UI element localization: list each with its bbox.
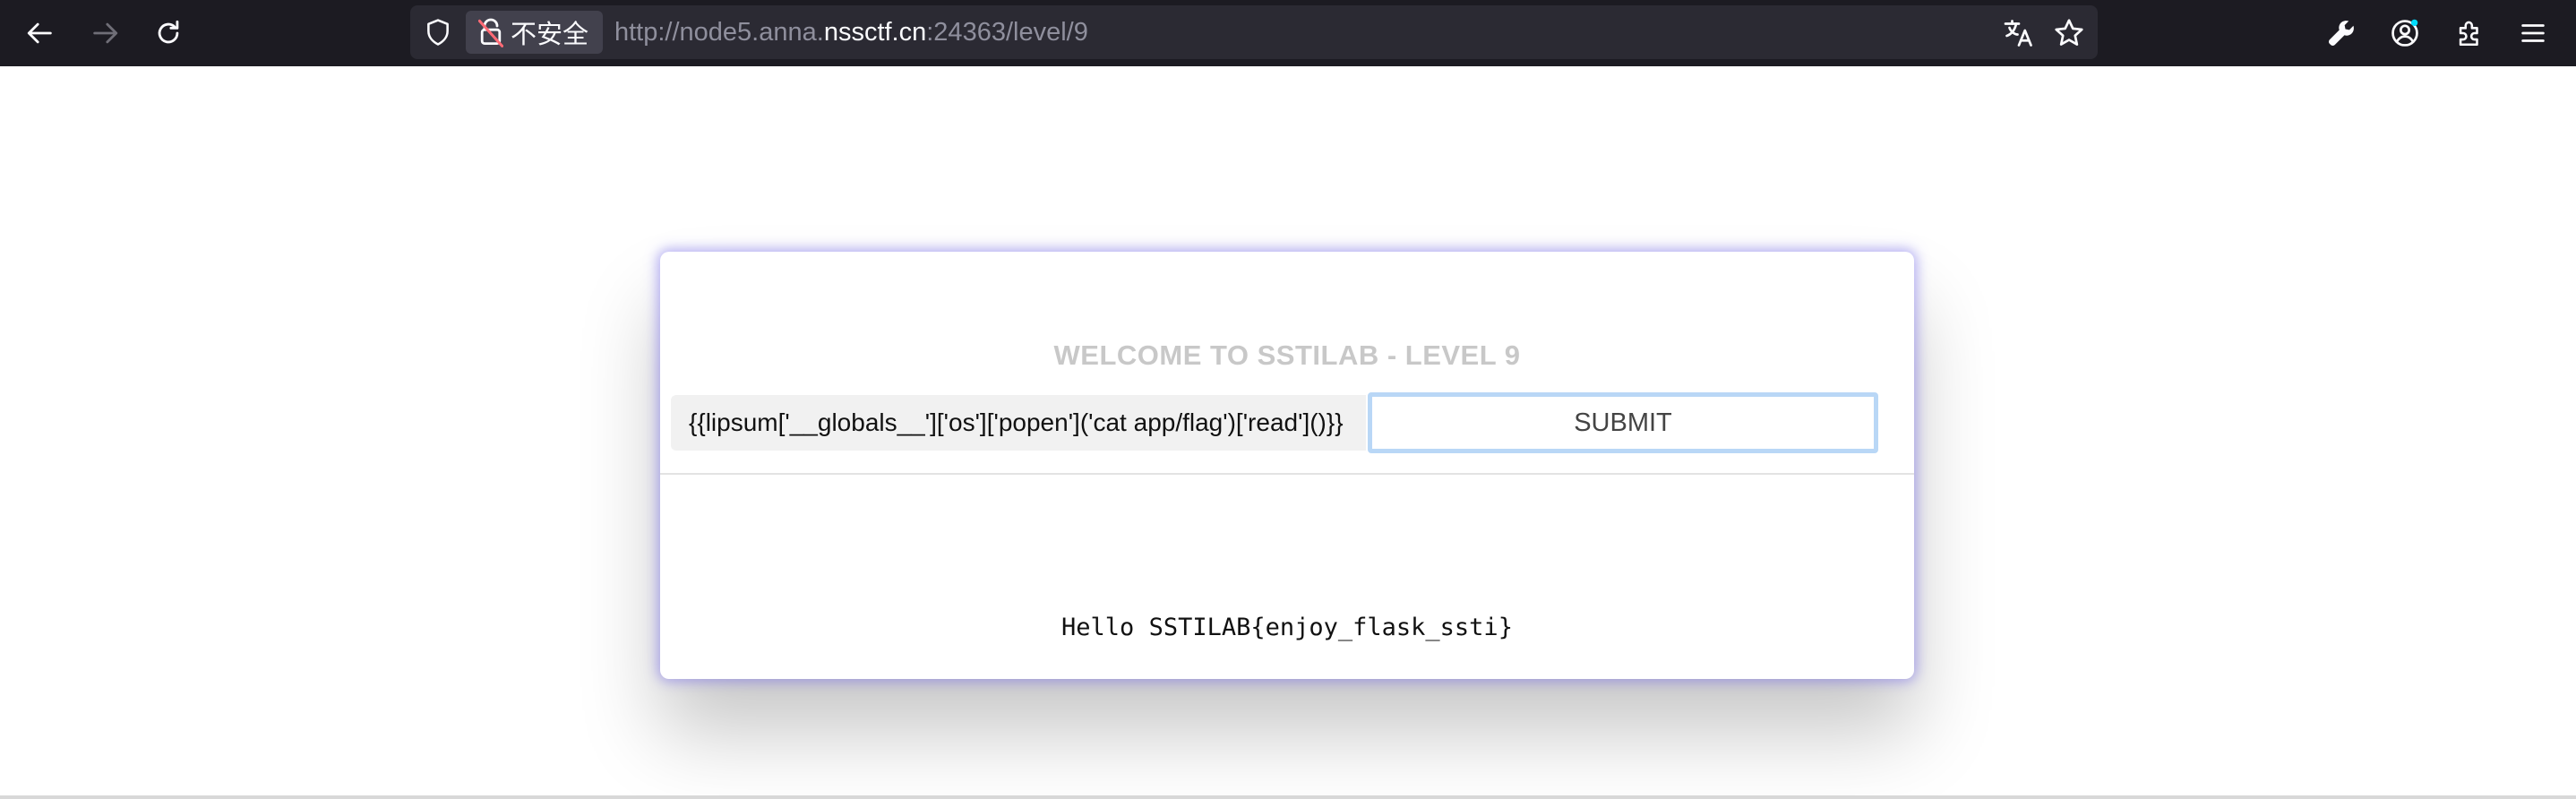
shield-icon[interactable]: [423, 17, 453, 47]
insecure-connection-indicator[interactable]: 不安全: [466, 11, 604, 54]
payload-input[interactable]: [671, 395, 1366, 451]
arrow-left-icon: [27, 22, 52, 44]
reload-button[interactable]: [147, 12, 190, 55]
tools-button[interactable]: [2320, 12, 2363, 55]
address-bar[interactable]: 不安全 http://node5.anna.nssctf.cn:24363/le…: [410, 5, 2098, 59]
url-suffix: :24363/level/9: [926, 18, 1088, 47]
url-text[interactable]: http://node5.anna.nssctf.cn:24363/level/…: [614, 5, 1088, 59]
hamburger-menu-icon: [2521, 24, 2545, 42]
submit-button[interactable]: SUBMIT: [1368, 392, 1878, 453]
arrow-right-icon: [93, 22, 118, 44]
forward-button[interactable]: [83, 12, 126, 55]
card-divider: [660, 473, 1914, 475]
star-icon[interactable]: [2053, 17, 2085, 49]
extensions-button[interactable]: [2448, 12, 2491, 55]
account-icon: [2391, 19, 2418, 47]
url-host: nssctf.cn: [823, 18, 927, 47]
browser-toolbar: 不安全 http://node5.anna.nssctf.cn:24363/le…: [0, 0, 2576, 66]
page-title: WELCOME TO SSTILAB - LEVEL 9: [1053, 339, 1521, 371]
url-prefix: http://node5.anna.: [614, 18, 824, 47]
puzzle-icon: [2459, 21, 2478, 47]
wrench-icon: [2329, 21, 2354, 46]
back-button[interactable]: [19, 12, 62, 55]
app-menu-button[interactable]: [2512, 12, 2555, 55]
translate-icon[interactable]: [2003, 17, 2035, 49]
result-output: Hello SSTILAB{enjoy_flask_ssti}: [1061, 614, 1513, 641]
window-bottom-border: [0, 795, 2576, 799]
page-content: WELCOME TO SSTILAB - LEVEL 9 SUBMIT Hell…: [0, 66, 2576, 795]
insecure-label: 不安全: [511, 21, 589, 49]
reload-icon: [158, 20, 179, 44]
sstilab-card: WELCOME TO SSTILAB - LEVEL 9 SUBMIT Hell…: [660, 252, 1914, 679]
broken-lock-icon: [478, 18, 503, 47]
account-button[interactable]: [2383, 12, 2426, 55]
